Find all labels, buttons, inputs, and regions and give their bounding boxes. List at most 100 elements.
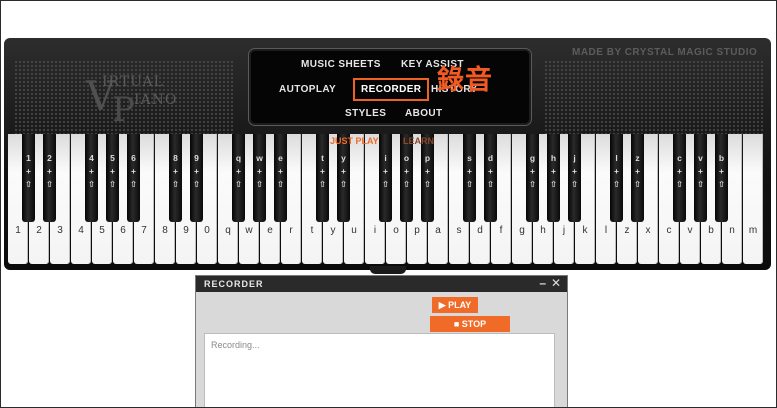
white-key-label: a <box>435 225 441 236</box>
black-key-label: h + ⇧ <box>549 153 558 189</box>
black-key-label: d + ⇧ <box>486 153 495 189</box>
white-key-label: u <box>351 225 357 236</box>
black-key-o[interactable]: o + ⇧ <box>400 134 413 222</box>
black-key-d[interactable]: d + ⇧ <box>484 134 497 222</box>
black-key-label: q + ⇧ <box>234 153 243 189</box>
black-key-g[interactable]: g + ⇧ <box>526 134 539 222</box>
recorder-header[interactable]: RECORDER – ✕ <box>196 276 567 292</box>
white-key-label: v <box>687 225 693 236</box>
black-key-z[interactable]: z + ⇧ <box>631 134 644 222</box>
white-key-label: k <box>582 225 588 236</box>
white-key-label: 5 <box>99 225 105 236</box>
black-key-label: t + ⇧ <box>318 153 327 189</box>
black-key-s[interactable]: s + ⇧ <box>463 134 476 222</box>
black-key-8[interactable]: 8 + ⇧ <box>169 134 182 222</box>
black-key-label: i + ⇧ <box>381 153 390 189</box>
virtual-piano-logo: V IRTUAL P IANO <box>86 74 178 130</box>
black-key-label: 8 + ⇧ <box>171 153 180 189</box>
white-key-label: y <box>330 225 336 236</box>
black-key-label: b + ⇧ <box>717 153 726 189</box>
black-key-v[interactable]: v + ⇧ <box>694 134 707 222</box>
close-icon[interactable]: ✕ <box>551 276 562 290</box>
white-key-label: m <box>748 225 758 236</box>
black-key-b[interactable]: b + ⇧ <box>715 134 728 222</box>
black-key-label: v + ⇧ <box>696 153 705 189</box>
black-key-label: l + ⇧ <box>612 153 621 189</box>
black-key-i[interactable]: i + ⇧ <box>379 134 392 222</box>
black-key-label: 4 + ⇧ <box>87 153 96 189</box>
black-key-q[interactable]: q + ⇧ <box>232 134 245 222</box>
black-key-label: y + ⇧ <box>339 153 348 189</box>
white-key-label: 8 <box>162 225 168 236</box>
white-key-label: 7 <box>141 225 147 236</box>
mode-just-play[interactable]: JUST PLAY <box>330 136 379 146</box>
black-key-e[interactable]: e + ⇧ <box>274 134 287 222</box>
menu-styles[interactable]: STYLES <box>345 108 386 119</box>
recorder-panel: RECORDER – ✕ ▶ PLAY ■ STOP <box>195 275 568 408</box>
black-key-t[interactable]: t + ⇧ <box>316 134 329 222</box>
white-key-label: 1 <box>15 225 21 236</box>
white-key-label: 3 <box>57 225 63 236</box>
white-key-label: i <box>373 225 377 236</box>
made-by-credit: MADE BY CRYSTAL MAGIC STUDIO <box>572 47 758 58</box>
black-key-label: 6 + ⇧ <box>129 153 138 189</box>
black-key-p[interactable]: p + ⇧ <box>421 134 434 222</box>
black-key-j[interactable]: j + ⇧ <box>568 134 581 222</box>
black-key-label: 9 + ⇧ <box>192 153 201 189</box>
black-key-c[interactable]: c + ⇧ <box>673 134 686 222</box>
white-key-label: r <box>289 225 293 236</box>
white-key-label: j <box>562 225 566 236</box>
black-key-y[interactable]: y + ⇧ <box>337 134 350 222</box>
white-key-label: w <box>245 225 253 236</box>
black-key-9[interactable]: 9 + ⇧ <box>190 134 203 222</box>
white-key-label: q <box>225 225 231 236</box>
piano-keyboard: 1 2 3 4 5 6 7 8 9 0 q w e r t y u i o p a s d f g h j k l z x c v b n m 1 + … <box>8 134 767 264</box>
black-key-label: e + ⇧ <box>276 153 285 189</box>
menu-recorder[interactable]: RECORDER <box>353 78 430 101</box>
white-key-label: 4 <box>78 225 84 236</box>
recording-annotation: 錄音 <box>437 65 493 96</box>
white-key-label: s <box>456 225 462 236</box>
white-key-label: h <box>540 225 546 236</box>
white-key-label: b <box>708 225 714 236</box>
white-key-label: 6 <box>120 225 126 236</box>
black-key-label: g + ⇧ <box>528 153 537 189</box>
black-key-label: o + ⇧ <box>402 153 411 189</box>
mode-learn[interactable]: LEARN <box>403 136 434 146</box>
black-key-1[interactable]: 1 + ⇧ <box>22 134 35 222</box>
play-mode-switch: JUST PLAY LEARN <box>330 136 434 146</box>
play-button[interactable]: ▶ PLAY <box>432 297 478 313</box>
black-key-l[interactable]: l + ⇧ <box>610 134 623 222</box>
black-key-5[interactable]: 5 + ⇧ <box>106 134 119 222</box>
black-key-label: 5 + ⇧ <box>108 153 117 189</box>
recording-textarea[interactable] <box>204 333 555 408</box>
black-key-4[interactable]: 4 + ⇧ <box>85 134 98 222</box>
black-key-w[interactable]: w + ⇧ <box>253 134 266 222</box>
black-key-label: s + ⇧ <box>465 153 474 189</box>
black-key-h[interactable]: h + ⇧ <box>547 134 560 222</box>
white-key-label: n <box>729 225 735 236</box>
menu-autoplay[interactable]: AUTOPLAY <box>279 84 336 95</box>
white-key-label: x <box>645 225 651 236</box>
white-key-m[interactable]: m <box>743 134 763 264</box>
white-key-label: 0 <box>204 225 210 236</box>
black-key-6[interactable]: 6 + ⇧ <box>127 134 140 222</box>
white-key-label: f <box>499 225 503 236</box>
black-key-label: c + ⇧ <box>675 153 684 189</box>
black-key-label: j + ⇧ <box>570 153 579 189</box>
white-key-label: o <box>393 225 399 236</box>
black-key-label: z + ⇧ <box>633 153 642 189</box>
menu-music-sheets[interactable]: MUSIC SHEETS <box>301 59 381 70</box>
speaker-grille-right <box>544 60 764 134</box>
black-key-label: 2 + ⇧ <box>45 153 54 189</box>
black-key-label: w + ⇧ <box>255 153 264 189</box>
stop-button[interactable]: ■ STOP <box>430 316 510 332</box>
white-key-label: l <box>604 225 608 236</box>
white-key-label: d <box>477 225 483 236</box>
minimize-icon[interactable]: – <box>539 276 547 290</box>
white-key-label: c <box>666 225 672 236</box>
menu-about[interactable]: ABOUT <box>405 108 443 119</box>
black-key-2[interactable]: 2 + ⇧ <box>43 134 56 222</box>
white-key-label: p <box>414 225 420 236</box>
recorder-title: RECORDER <box>204 279 264 289</box>
